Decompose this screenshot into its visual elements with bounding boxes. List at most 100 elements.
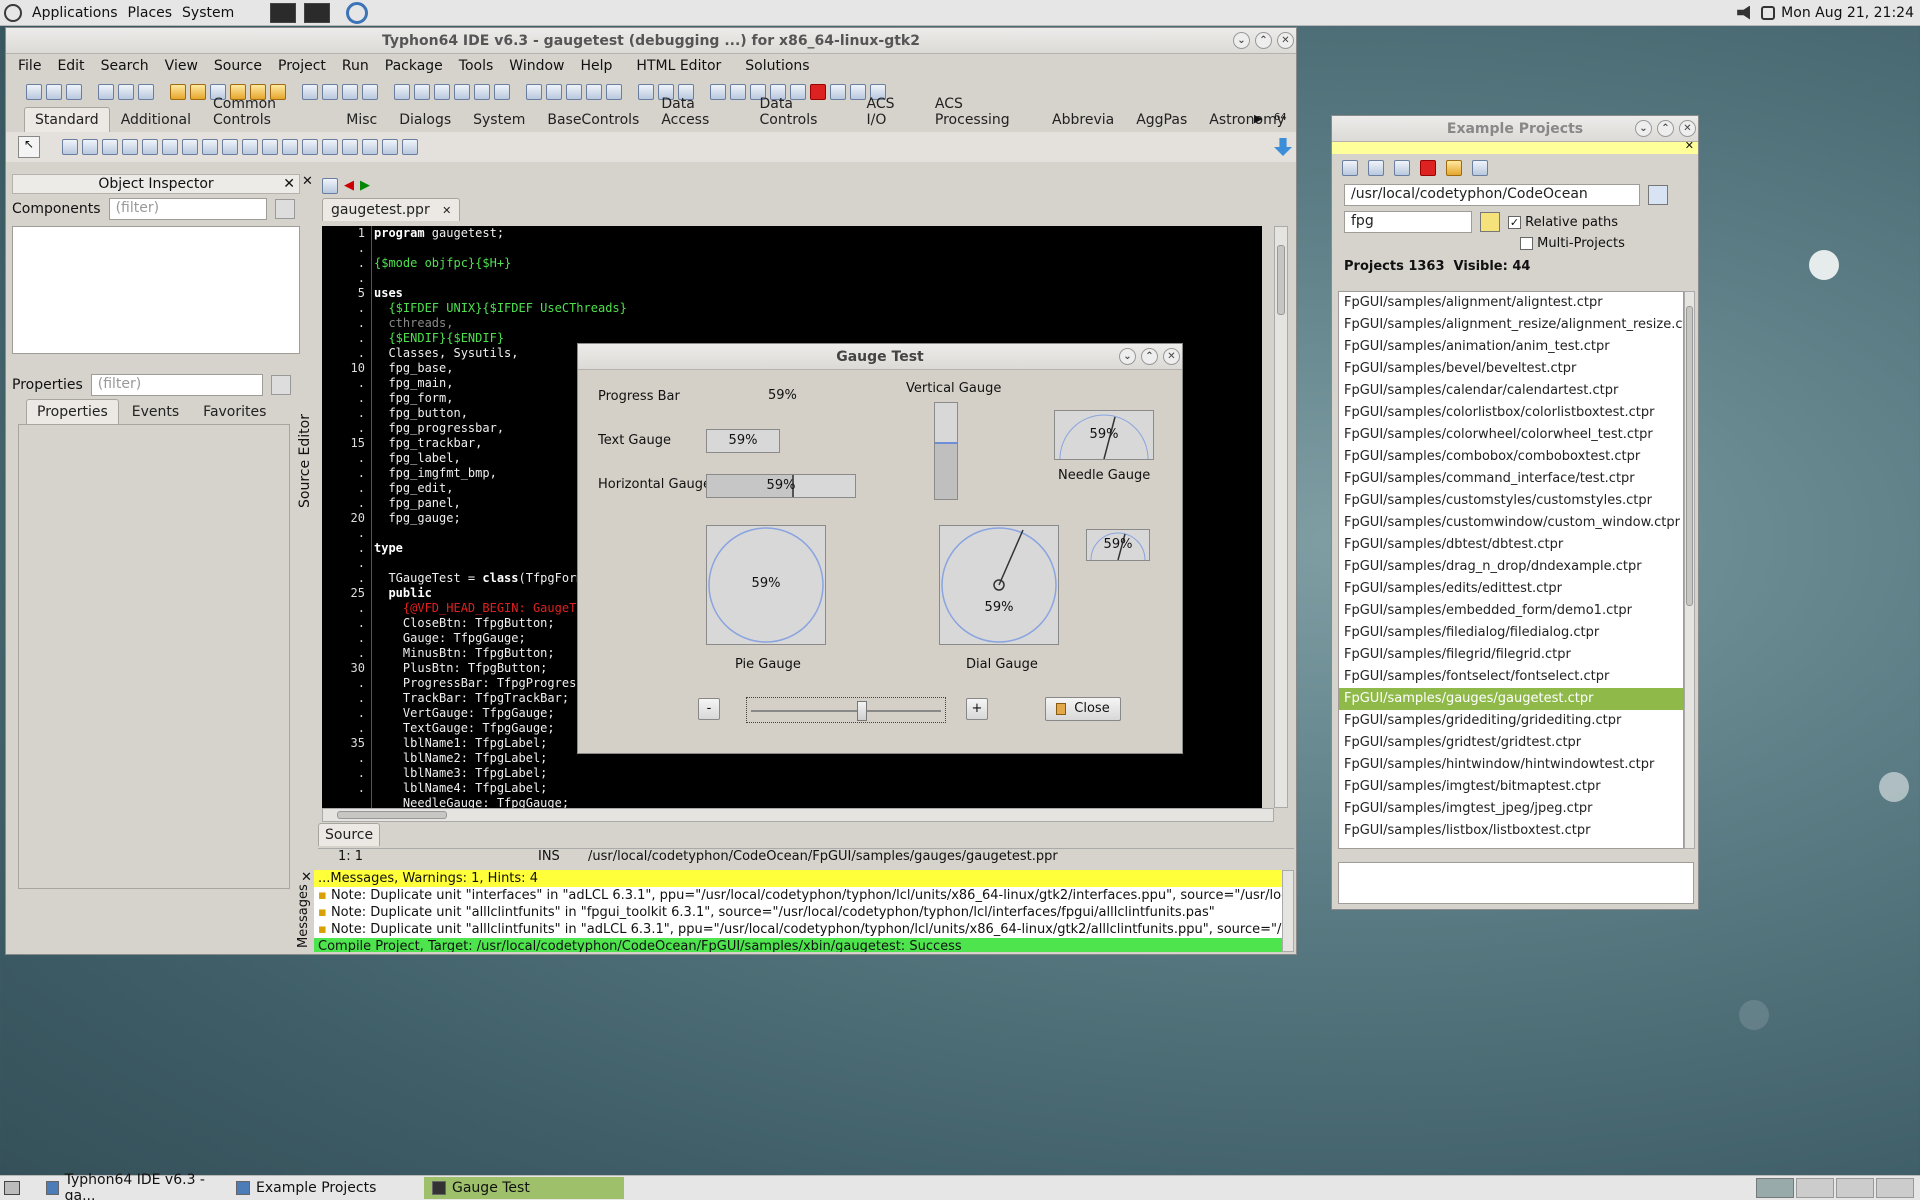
tradiobutton-icon[interactable] (222, 139, 238, 155)
project-list-item[interactable]: FpGUI/samples/alignment_resize/alignment… (1339, 314, 1683, 336)
tedit-icon[interactable] (142, 139, 158, 155)
package-icon[interactable] (170, 84, 186, 100)
palette-tab-system[interactable]: System (462, 107, 536, 132)
project-list-scrollbar[interactable] (1684, 291, 1695, 849)
tgroupbox-icon[interactable] (302, 139, 318, 155)
projects-titlebar[interactable]: Example Projects ⌄ ⌃ ✕ (1332, 116, 1698, 142)
palette-tab-standard[interactable]: Standard (24, 107, 110, 132)
toggle-form-icon[interactable] (394, 84, 410, 100)
menu-project[interactable]: Project (270, 58, 334, 74)
project-list-item[interactable]: FpGUI/samples/customwindow/custom_window… (1339, 512, 1683, 534)
minimize-icon[interactable]: ⌄ (1635, 120, 1652, 137)
maximize-icon[interactable]: ⌃ (1255, 32, 1272, 49)
editor-menu-icon[interactable] (322, 178, 338, 194)
editor-vertical-scrollbar[interactable] (1274, 226, 1288, 808)
menu-window[interactable]: Window (501, 58, 572, 74)
close-button[interactable]: Close (1045, 697, 1121, 721)
project-list-item[interactable]: FpGUI/samples/customstyles/customstyles.… (1339, 490, 1683, 512)
menu-source[interactable]: Source (206, 58, 270, 74)
tlabel-icon[interactable] (122, 139, 138, 155)
tpanel-icon[interactable] (362, 139, 378, 155)
editor-file-tab[interactable]: gaugetest.ppr ✕ (322, 198, 461, 221)
back-arrow-icon[interactable]: ◀ (344, 178, 354, 194)
refresh-icon[interactable] (1342, 160, 1358, 176)
find-icon[interactable] (98, 84, 114, 100)
tree-icon[interactable] (1472, 160, 1488, 176)
tpopupmenu-icon[interactable] (82, 139, 98, 155)
applications-menu[interactable]: Applications (32, 5, 118, 21)
trackbar-thumb[interactable] (857, 701, 867, 721)
property-grid[interactable] (18, 424, 290, 889)
multi-projects-checkbox[interactable]: Multi-Projects (1332, 236, 1698, 251)
system-menu[interactable]: System (182, 5, 234, 21)
palette-scroll-right-icon[interactable]: ▶ (1254, 112, 1262, 125)
taskbar-item-gauge-test[interactable]: Gauge Test (424, 1177, 624, 1199)
message-line[interactable]: ▪ Note: Duplicate unit "alllclintfunits"… (314, 921, 1282, 938)
tscrollbar-icon[interactable] (282, 139, 298, 155)
zoom-icon[interactable] (138, 84, 154, 100)
project-list-item[interactable]: FpGUI/samples/hintwindow/hintwindowtest.… (1339, 754, 1683, 776)
clear-filter-icon[interactable] (274, 199, 295, 219)
tcheckgroup-icon[interactable] (342, 139, 358, 155)
close-icon[interactable]: ✕ (283, 175, 295, 193)
settings-icon[interactable] (546, 84, 562, 100)
message-line[interactable]: ▪ Note: Duplicate unit "alllclintfunits"… (314, 904, 1282, 921)
palette-tab-aggpas[interactable]: AggPas (1125, 107, 1198, 132)
message-line[interactable]: ▪ Note: Duplicate unit "interfaces" in "… (314, 887, 1282, 904)
save-all-icon[interactable] (342, 84, 358, 100)
select-pointer-icon[interactable]: ↖ (18, 136, 40, 158)
project-list-item[interactable]: FpGUI/samples/listbox/listboxtest.ctpr (1339, 820, 1683, 842)
project-list-item[interactable]: FpGUI/samples/animation/anim_test.ctpr (1339, 336, 1683, 358)
project-list-item[interactable]: FpGUI/samples/bevel/beveltest.ctpr (1339, 358, 1683, 380)
ide-titlebar[interactable]: Typhon64 IDE v6.3 - gaugetest (debugging… (6, 28, 1296, 54)
tradiogroup-icon[interactable] (322, 139, 338, 155)
menu-tools[interactable]: Tools (451, 58, 502, 74)
plus-button[interactable]: + (966, 698, 988, 720)
minus-button[interactable]: - (698, 698, 720, 720)
tframe-icon[interactable] (382, 139, 398, 155)
menu-edit[interactable]: Edit (49, 58, 92, 74)
compile-success-line[interactable]: Compile Project, Target: /usr/local/code… (314, 938, 1282, 952)
tmemo-icon[interactable] (162, 139, 178, 155)
messages-scrollbar[interactable] (1282, 870, 1294, 952)
palette-tab-acs-processing[interactable]: ACS Processing (924, 91, 1041, 132)
project-list-item[interactable]: FpGUI/samples/fontselect/fontselect.ctpr (1339, 666, 1683, 688)
root-path-input[interactable]: /usr/local/codetyphon/CodeOcean (1344, 184, 1640, 206)
components-filter[interactable]: (filter) (108, 198, 267, 220)
tbutton-icon[interactable] (102, 139, 118, 155)
project-list-item[interactable]: FpGUI/samples/imgtest/bitmaptest.ctpr (1339, 776, 1683, 798)
show-desktop-icon[interactable] (4, 1181, 20, 1195)
copy-icon[interactable] (362, 84, 378, 100)
workspace-switcher[interactable] (1756, 1178, 1914, 1198)
tab-events[interactable]: Events (121, 399, 190, 424)
tactionlist-icon[interactable] (402, 139, 418, 155)
maximize-icon[interactable]: ⌃ (1141, 348, 1158, 365)
taskbar-item-ide[interactable]: Typhon64 IDE v6.3 - ga... (38, 1172, 228, 1200)
menu-search[interactable]: Search (93, 58, 157, 74)
typhon-launcher-icon[interactable] (346, 1, 369, 24)
close-tab-icon[interactable]: ✕ (442, 204, 451, 217)
palette-tab-additional[interactable]: Additional (110, 107, 202, 132)
taskbar-item-projects[interactable]: Example Projects (228, 1177, 418, 1199)
terminal-launcher-icon[interactable] (270, 2, 297, 23)
open-project-icon[interactable] (1368, 160, 1384, 176)
minimize-icon[interactable]: ⌄ (1233, 32, 1250, 49)
project-list-item[interactable]: FpGUI/samples/filedialog/filedialog.ctpr (1339, 622, 1683, 644)
tlistbox-icon[interactable] (242, 139, 258, 155)
palette-tab-common-controls[interactable]: Common Controls (202, 91, 335, 132)
new-project-icon[interactable] (66, 84, 82, 100)
tab-favorites[interactable]: Favorites (192, 399, 277, 424)
project-list[interactable]: FpGUI/samples/alignment/aligntest.ctpr Fp… (1338, 291, 1684, 849)
new-form-icon[interactable] (46, 84, 62, 100)
view-icon[interactable] (586, 84, 602, 100)
maximize-icon[interactable]: ⌃ (1657, 120, 1674, 137)
new-file-icon[interactable] (26, 84, 42, 100)
palette-tab-misc[interactable]: Misc (335, 107, 388, 132)
project-list-item[interactable]: FpGUI/samples/command_interface/test.ctp… (1339, 468, 1683, 490)
close-icon[interactable]: ✕ (1679, 120, 1696, 137)
project-list-item[interactable]: FpGUI/samples/imgtest_jpeg/jpeg.ctpr (1339, 798, 1683, 820)
network-icon[interactable] (1761, 5, 1776, 20)
palette-tab-acs-io[interactable]: ACS I/O (855, 91, 923, 132)
palette-tab-dialogs[interactable]: Dialogs (388, 107, 462, 132)
designer-icon[interactable] (566, 84, 582, 100)
